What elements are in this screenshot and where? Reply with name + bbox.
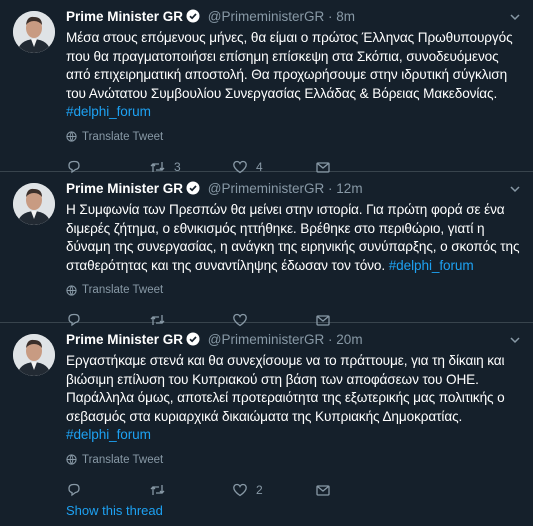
retweet-icon — [150, 484, 165, 495]
tweet-timestamp[interactable]: 12m — [336, 181, 362, 196]
translate-label: Translate Tweet — [82, 284, 164, 297]
separator-dot: · — [328, 9, 333, 24]
tweet[interactable]: Prime Minister GR @PrimeministerGR · 8m … — [0, 0, 533, 174]
translate-tweet-link[interactable]: Translate Tweet — [66, 282, 521, 298]
chevron-down-icon[interactable] — [509, 333, 521, 351]
tweet-text: Μέσα στους επόμενους μήνες, θα είμαι ο π… — [66, 29, 521, 122]
tweet-timestamp[interactable]: 8m — [336, 9, 355, 24]
verified-badge-icon — [186, 181, 200, 200]
like-icon — [233, 483, 247, 497]
avatar[interactable] — [13, 11, 55, 53]
tweet-text: Εργαστήκαμε στενά και θα συνεχίσουμε να … — [66, 352, 521, 445]
chevron-down-icon[interactable] — [509, 182, 521, 200]
author-name[interactable]: Prime Minister GR — [66, 181, 183, 196]
tweet-actions: 2 — [66, 475, 521, 505]
share-icon — [316, 485, 330, 496]
avatar[interactable] — [13, 334, 55, 376]
tweet-text: Η Συμφωνία των Πρεσπών θα μείνει στην ισ… — [66, 201, 521, 275]
globe-icon — [66, 454, 77, 466]
globe-icon — [66, 131, 77, 143]
tweet-header: Prime Minister GR @PrimeministerGR · 8m — [66, 8, 521, 26]
tweet[interactable]: Prime Minister GR @PrimeministerGR · 20m… — [0, 323, 533, 497]
tweet-text-body: Εργαστήκαμε στενά και θα συνεχίσουμε να … — [66, 353, 505, 424]
like-button[interactable]: 2 — [232, 482, 315, 498]
separator-dot: · — [328, 332, 333, 347]
separator-dot: · — [328, 181, 333, 196]
tweet-text-body: Μέσα στους επόμενους μήνες, θα είμαι ο π… — [66, 30, 513, 101]
share-button[interactable] — [315, 482, 398, 498]
reply-button[interactable] — [66, 482, 149, 498]
tweet[interactable]: Prime Minister GR @PrimeministerGR · 12m… — [0, 172, 533, 327]
verified-badge-icon — [186, 332, 200, 351]
author-handle[interactable]: @PrimeministerGR — [208, 332, 324, 347]
translate-tweet-link[interactable]: Translate Tweet — [66, 452, 521, 468]
verified-badge-icon — [186, 9, 200, 28]
hashtag-link[interactable]: #delphi_forum — [66, 104, 151, 119]
reply-icon — [68, 483, 80, 497]
tweet-timestamp[interactable]: 20m — [336, 332, 362, 347]
globe-icon — [66, 285, 77, 296]
hashtag-link[interactable]: #delphi_forum — [66, 427, 151, 442]
tweet-header: Prime Minister GR @PrimeministerGR · 12m — [66, 180, 521, 198]
avatar[interactable] — [13, 183, 55, 225]
like-count: 2 — [256, 482, 263, 497]
chevron-down-icon[interactable] — [509, 10, 521, 28]
retweet-button[interactable] — [149, 482, 232, 498]
author-name[interactable]: Prime Minister GR — [66, 332, 183, 347]
author-handle[interactable]: @PrimeministerGR — [208, 9, 324, 24]
tweet-header: Prime Minister GR @PrimeministerGR · 20m — [66, 331, 521, 349]
author-name[interactable]: Prime Minister GR — [66, 9, 183, 24]
translate-label: Translate Tweet — [82, 453, 164, 466]
author-handle[interactable]: @PrimeministerGR — [208, 181, 324, 196]
translate-label: Translate Tweet — [82, 130, 164, 143]
hashtag-link[interactable]: #delphi_forum — [389, 258, 474, 273]
translate-tweet-link[interactable]: Translate Tweet — [66, 129, 521, 145]
